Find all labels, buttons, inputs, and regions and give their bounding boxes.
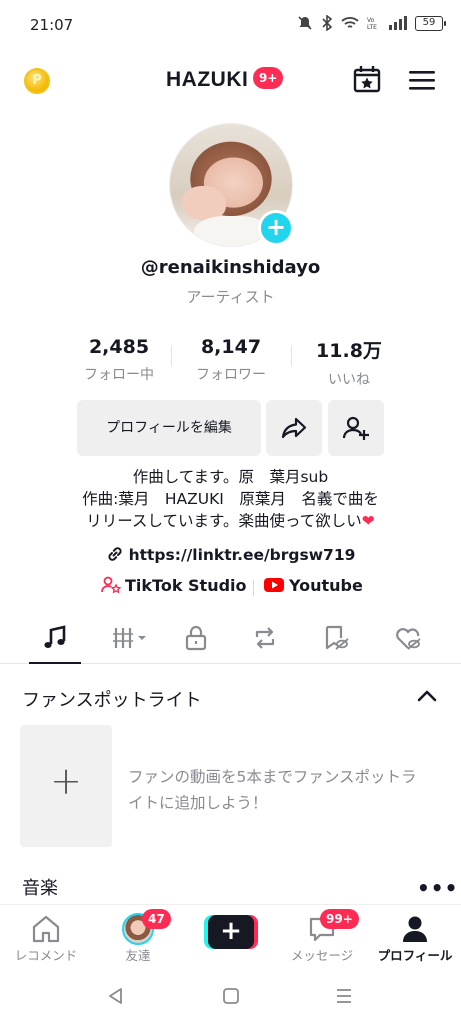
link-icon [108,547,122,561]
profile-stats: 2,485 フォロー中 8,147 フォロワー 11.8万 いいね [0,336,461,389]
repost-icon [255,627,275,649]
nav-profile[interactable]: プロフィール [369,905,461,971]
more-options-icon[interactable]: ••• [417,876,458,900]
bio-link[interactable]: https://linktr.ee/brgsw719 [0,545,461,564]
profile-tabs [0,612,461,664]
tab-reposts[interactable] [235,612,295,664]
music-note-icon [44,625,66,648]
bio-link-text: https://linktr.ee/brgsw719 [128,546,356,564]
page-title[interactable]: HAZUKI [166,68,248,92]
create-plus-icon: + [208,915,254,949]
collapse-spotlight-button[interactable] [416,688,438,708]
nav-label-messages: メッセージ [290,948,354,963]
nav-messages[interactable]: 99+ メッセージ [276,905,368,971]
svg-text:Vo: Vo [367,17,375,24]
bio-line-1: 作曲してます。原 葉月sub [132,468,329,486]
add-friend-button[interactable] [328,400,384,456]
tab-videos-filter[interactable] [96,612,156,664]
stat-label: フォロワー [196,367,266,383]
coin-icon[interactable]: P [24,68,50,94]
status-time: 21:07 [30,16,74,34]
bio-line-3: リリースしています。楽曲使って欲しい❤ [0,510,461,532]
plus-icon: + [50,759,82,803]
nav-label-recommend: レコメンド [14,948,78,963]
heart-emoji: ❤ [361,512,375,530]
stat-label: フォロー中 [84,367,154,383]
calendar-star-button[interactable] [352,64,382,94]
nav-friends[interactable]: 47 友達 [92,905,184,971]
status-bar: 21:07 Vo LTE 59 [0,0,461,52]
signal-icon [389,16,407,30]
chevron-up-icon [417,690,437,702]
stat-following[interactable]: 2,485 フォロー中 [59,336,179,384]
lock-icon [185,625,207,651]
add-story-plus-icon[interactable]: + [258,210,294,246]
stat-label: いいね [328,372,370,388]
menu-button[interactable] [408,68,436,92]
messages-badge: 99+ [320,909,359,929]
bluetooth-icon [322,15,333,31]
fan-spotlight-title: ファンスポットライト [22,690,202,711]
back-triangle-icon[interactable] [106,986,126,1006]
external-links: TikTok Studio Youtube [0,576,461,600]
username[interactable]: @renaikinshidayo [0,257,461,278]
recents-menu-icon[interactable] [334,986,354,1006]
fan-spotlight-description: ファンの動画を5本までファンスポットライトに追加しよう！ [128,768,417,812]
youtube-link[interactable]: Youtube [264,576,363,595]
youtube-label: Youtube [289,576,363,595]
avatar-hand [182,186,226,220]
stat-value: 11.8万 [316,340,382,362]
grid-columns-dropdown-icon [113,628,146,648]
share-profile-button[interactable] [266,400,322,456]
add-user-icon [342,416,369,440]
calendar-star-icon [353,66,381,93]
coin-glyph: P [32,73,42,88]
stat-followers[interactable]: 8,147 フォロワー [171,336,291,384]
tab-favorites[interactable] [305,612,365,664]
profile-header: P HAZUKI 9+ [0,60,461,100]
battery-indicator: 59 [415,15,446,31]
hamburger-menu-icon [409,71,435,90]
stat-likes[interactable]: 11.8万 いいね [289,336,409,389]
nav-label-friends: 友達 [125,948,151,963]
add-spotlight-video-button[interactable]: + [20,725,112,847]
home-square-icon[interactable] [221,986,241,1006]
tab-private[interactable] [166,612,226,664]
mute-bell-icon [298,16,312,30]
bottom-navigation: レコメンド 47 友達 + 99+ メッセージ プロフィール [0,904,461,970]
stat-value: 2,485 [88,336,150,358]
status-icons: Vo LTE 59 [297,15,446,31]
account-notification-badge: 9+ [253,67,284,89]
bookmark-hidden-icon [325,625,349,650]
bio-line-3-text: リリースしています。楽曲使って欲しい [86,512,362,530]
nav-label-profile: プロフィール [377,948,453,963]
stat-value: 8,147 [200,336,262,358]
system-navigation-bar [0,970,461,1024]
share-arrow-icon [281,417,307,439]
tiktok-studio-link[interactable]: TikTok Studio [101,576,247,595]
studio-label: TikTok Studio [125,576,247,595]
link-separator [253,580,254,596]
friends-badge: 47 [142,909,171,929]
tab-liked[interactable] [378,612,438,664]
home-icon [32,915,60,943]
wifi-icon [341,17,359,28]
svg-text:LTE: LTE [367,24,377,30]
bio-line-2: 作曲:葉月 HAZUKI 原葉月 名義で曲を [82,490,379,508]
heart-hidden-icon [396,628,421,650]
volte-icon: VoLTE [367,17,377,30]
account-category: アーティスト [186,288,275,306]
edit-profile-button[interactable]: プロフィールを編集 [77,400,261,456]
nav-recommend[interactable]: レコメンド [0,905,92,971]
profile-person-icon [403,916,427,942]
music-section-title: 音楽 [22,878,58,899]
studio-user-star-icon [101,576,122,594]
tab-music[interactable] [25,612,85,664]
youtube-icon [264,578,284,592]
active-tab-indicator [29,662,81,664]
profile-bio: 作曲してます。原 葉月sub 作曲:葉月 HAZUKI 原葉月 名義で曲を リリ… [0,466,461,532]
create-post-button[interactable]: + [204,915,258,949]
